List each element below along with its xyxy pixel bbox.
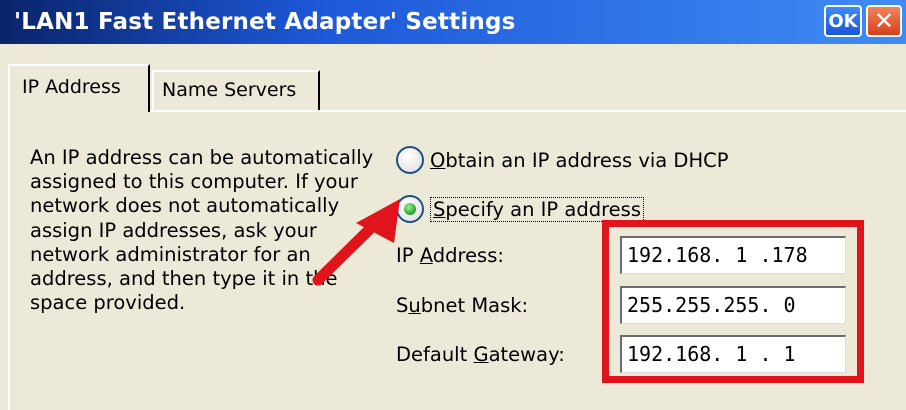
tab-ip-address[interactable]: IP Address [8, 64, 150, 112]
ip-address-label: IP Address: [396, 244, 504, 267]
tab-name-servers[interactable]: Name Servers [152, 70, 320, 112]
ok-button[interactable]: OK [824, 5, 862, 37]
default-gateway-label: Default Gateway: [396, 343, 565, 366]
window-title: 'LAN1 Fast Ethernet Adapter' Settings [14, 9, 516, 35]
specify-label: Specify an IP address [430, 196, 644, 222]
title-bar: 'LAN1 Fast Ethernet Adapter' Settings OK… [0, 0, 906, 44]
dhcp-label: Obtain an IP address via DHCP [430, 148, 729, 172]
arrow-annotation-icon [312, 199, 400, 286]
specify-option[interactable]: Specify an IP address [396, 195, 644, 223]
close-icon: ✕ [873, 7, 895, 35]
dhcp-option[interactable]: Obtain an IP address via DHCP [396, 146, 729, 174]
highlight-box [602, 220, 864, 383]
subnet-mask-label: Subnet Mask: [396, 294, 529, 317]
close-button[interactable]: ✕ [866, 5, 902, 37]
dhcp-radio[interactable] [396, 146, 424, 174]
